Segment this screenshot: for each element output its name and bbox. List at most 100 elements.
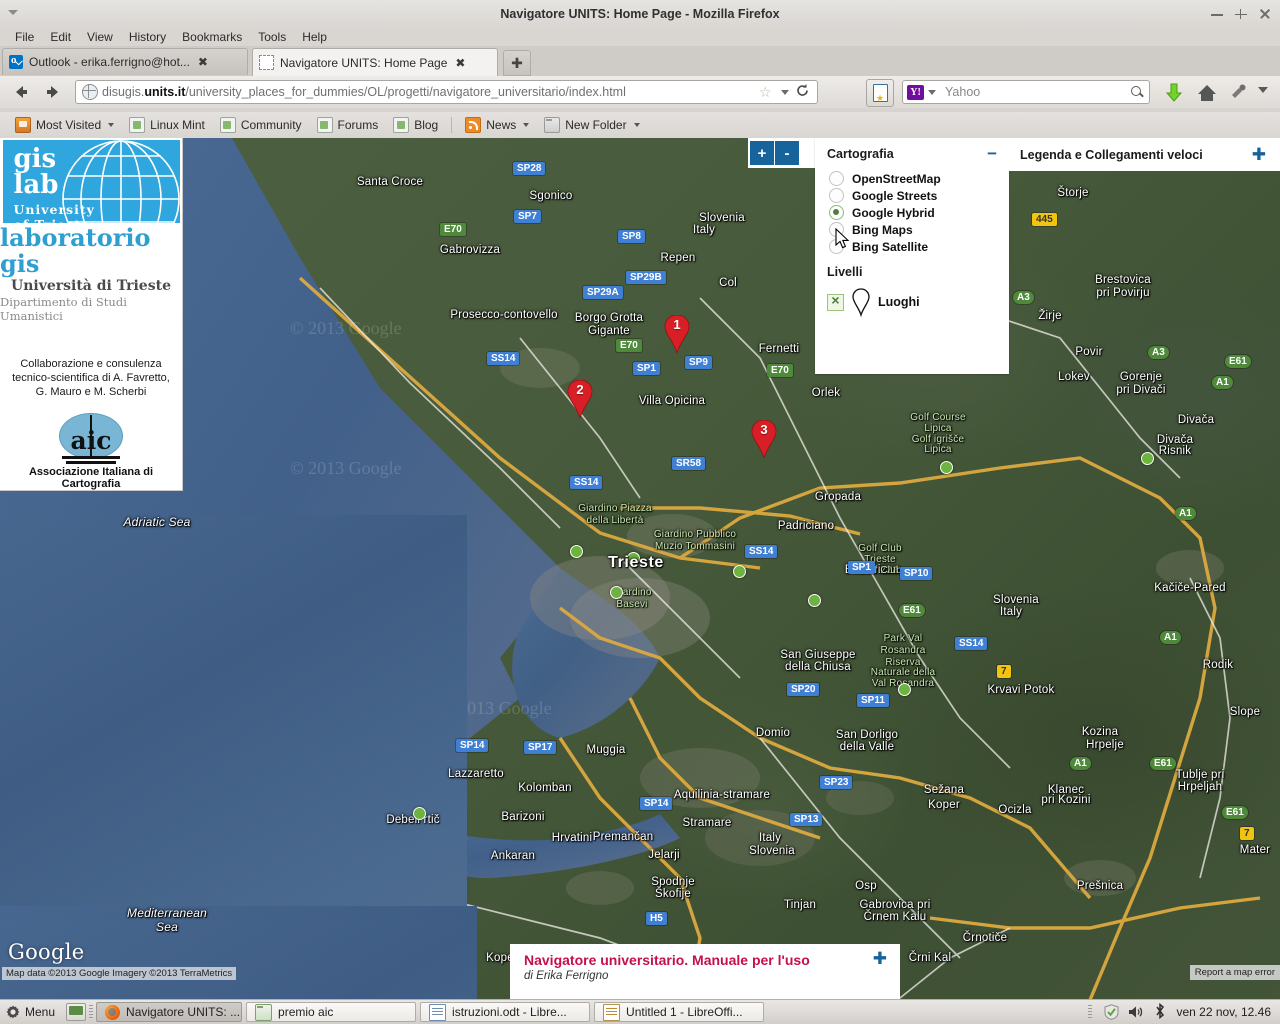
map-poi-dot[interactable] <box>570 545 583 558</box>
reload-icon[interactable] <box>795 83 810 101</box>
map-poi-dot[interactable] <box>733 565 746 578</box>
aic-caption: Associazione Italiana di Cartografia <box>28 466 154 490</box>
layer-label-luoghi: Luoghi <box>878 295 920 309</box>
basemap-option-openstreetmap[interactable]: OpenStreetMap <box>815 170 1009 187</box>
menu-tools[interactable]: Tools <box>250 28 294 46</box>
home-icon[interactable] <box>1196 82 1218 107</box>
menu-history[interactable]: History <box>121 28 174 46</box>
map-marker-number: 2 <box>576 382 584 397</box>
menu-file[interactable]: File <box>7 28 42 46</box>
map-poi-dot[interactable] <box>610 586 623 599</box>
road-shield: A1 <box>1175 507 1196 520</box>
road-shield: E70 <box>616 339 642 352</box>
bookmarks-sidebar-button[interactable] <box>866 79 894 107</box>
map-marker-1[interactable]: 1 <box>664 314 690 355</box>
map-poi-dot[interactable] <box>940 461 953 474</box>
start-menu-button[interactable]: Menu <box>0 1001 63 1023</box>
radio-icon[interactable] <box>829 171 844 186</box>
road-shield: A1 <box>1160 631 1181 644</box>
tab-navigatore-units[interactable]: Navigatore UNITS: Home Page ✖ <box>252 48 498 76</box>
manuale-expand-button[interactable]: ✚ <box>873 950 887 967</box>
map-poi-dot[interactable] <box>413 807 426 820</box>
road-shield: SR58 <box>672 457 706 470</box>
shield-update-icon[interactable] <box>1104 1004 1119 1020</box>
bluetooth-icon[interactable] <box>1153 1002 1167 1022</box>
forward-arrow-icon[interactable] <box>40 79 66 105</box>
radio-icon[interactable] <box>829 188 844 203</box>
search-engine-chevron-icon[interactable] <box>928 89 936 95</box>
manuale-author: di Erika Ferrigno <box>524 970 609 982</box>
speaker-icon[interactable] <box>1128 1005 1144 1019</box>
taskbar-window-istruzioni[interactable]: istruzioni.odt - Libre... <box>420 1002 591 1022</box>
url-bar[interactable]: disugis.units.it/university_places_for_d… <box>75 80 818 104</box>
minimize-button[interactable] <box>1210 7 1224 21</box>
cartografia-collapse-button[interactable]: − <box>987 145 997 162</box>
bookmark-linux-mint[interactable]: Linux Mint <box>122 115 212 135</box>
layer-row-luoghi[interactable]: Luoghi <box>815 279 1009 317</box>
radio-icon-selected[interactable] <box>829 205 844 220</box>
back-arrow-icon[interactable] <box>8 79 34 105</box>
legenda-expand-button[interactable]: ✚ <box>1252 146 1266 163</box>
menu-view[interactable]: View <box>79 28 121 46</box>
close-button[interactable] <box>1258 7 1272 21</box>
map-marker-2[interactable]: 2 <box>567 379 593 420</box>
map-pin-outline-icon <box>852 288 870 317</box>
bookmark-community[interactable]: Community <box>213 115 309 135</box>
menu-edit[interactable]: Edit <box>42 28 79 46</box>
tab-outlook[interactable]: Outlook - erika.ferrigno@hot... ✖ <box>2 48 248 75</box>
road-shield: SP20 <box>787 683 820 696</box>
search-icon[interactable] <box>1129 84 1145 100</box>
outlook-favicon <box>9 54 23 69</box>
tab-close-icon[interactable]: ✖ <box>455 57 465 69</box>
search-bar[interactable]: Y! Yahoo <box>902 80 1150 104</box>
map-canvas[interactable]: © 2013 Google © 2013 Google © 2013 Googl… <box>0 138 1280 1000</box>
map-poi-dot[interactable] <box>808 594 821 607</box>
road-shield: E61 <box>1222 806 1248 819</box>
menu-bookmarks[interactable]: Bookmarks <box>174 28 250 46</box>
tray-grip[interactable] <box>1088 1005 1093 1019</box>
tab-label: Outlook - erika.ferrigno@hot... <box>29 55 190 69</box>
dipartimento-label: Dipartimento di Studi Umanistici <box>0 295 127 324</box>
map-poi-dot[interactable] <box>627 552 640 565</box>
bookmark-blog[interactable]: Blog <box>386 115 445 135</box>
taskbar-window-untitled1[interactable]: Untitled 1 - LibreOffi... <box>594 1002 765 1022</box>
bookmark-news[interactable]: News <box>458 115 536 135</box>
download-arrow-icon[interactable] <box>1163 82 1185 107</box>
tab-close-icon[interactable]: ✖ <box>198 56 208 68</box>
show-desktop-icon[interactable] <box>66 1003 87 1021</box>
livelli-heading: Livelli <box>827 265 863 279</box>
taskbar-window-navigatore[interactable]: Navigatore UNITS: ... <box>96 1002 243 1022</box>
map-poi-dot[interactable] <box>898 683 911 696</box>
bookmark-forums[interactable]: Forums <box>310 115 386 135</box>
zoom-out-button[interactable]: - <box>775 141 799 165</box>
coastline-shape <box>0 138 1261 1000</box>
bookmark-new-folder[interactable]: New Folder <box>537 115 646 135</box>
layer-checkbox-luoghi[interactable] <box>827 292 844 311</box>
report-map-error-link[interactable]: Report a map error <box>1189 965 1280 980</box>
menu-help[interactable]: Help <box>294 28 335 46</box>
firefox-icon <box>105 1004 121 1020</box>
folder-icon <box>544 117 561 133</box>
addon-icon[interactable] <box>1228 82 1248 105</box>
taskbar-grip[interactable] <box>89 1005 94 1019</box>
basemap-label: Google Streets <box>852 188 938 203</box>
taskbar-window-premio-aic[interactable]: premio aic <box>246 1002 417 1022</box>
map-marker-number: 1 <box>673 317 681 332</box>
toolbar-overflow-chevron-icon[interactable] <box>1258 87 1268 93</box>
aic-logo-bar <box>66 461 116 465</box>
zoom-in-button[interactable]: + <box>750 141 775 165</box>
writer-doc-icon <box>429 1003 447 1021</box>
map-marker-3[interactable]: 3 <box>751 419 777 460</box>
manuale-info-panel: Navigatore universitario. Manuale per l'… <box>510 944 900 999</box>
map-poi-dot[interactable] <box>1141 452 1154 465</box>
maximize-button[interactable] <box>1234 7 1248 21</box>
search-input[interactable]: Yahoo <box>941 85 1129 99</box>
basemap-option-google-streets[interactable]: Google Streets <box>815 187 1009 204</box>
new-tab-button[interactable]: ✚ <box>503 50 531 76</box>
bookmark-star-icon[interactable]: ☆ <box>759 85 775 99</box>
basemap-option-google-hybrid[interactable]: Google Hybrid <box>815 204 1009 221</box>
taskbar-window-label: istruzioni.odt - Libre... <box>452 1005 567 1019</box>
road-shield: 7 <box>997 665 1011 678</box>
chevron-down-icon[interactable] <box>781 89 789 95</box>
bookmark-most-visited[interactable]: Most Visited <box>8 115 121 135</box>
